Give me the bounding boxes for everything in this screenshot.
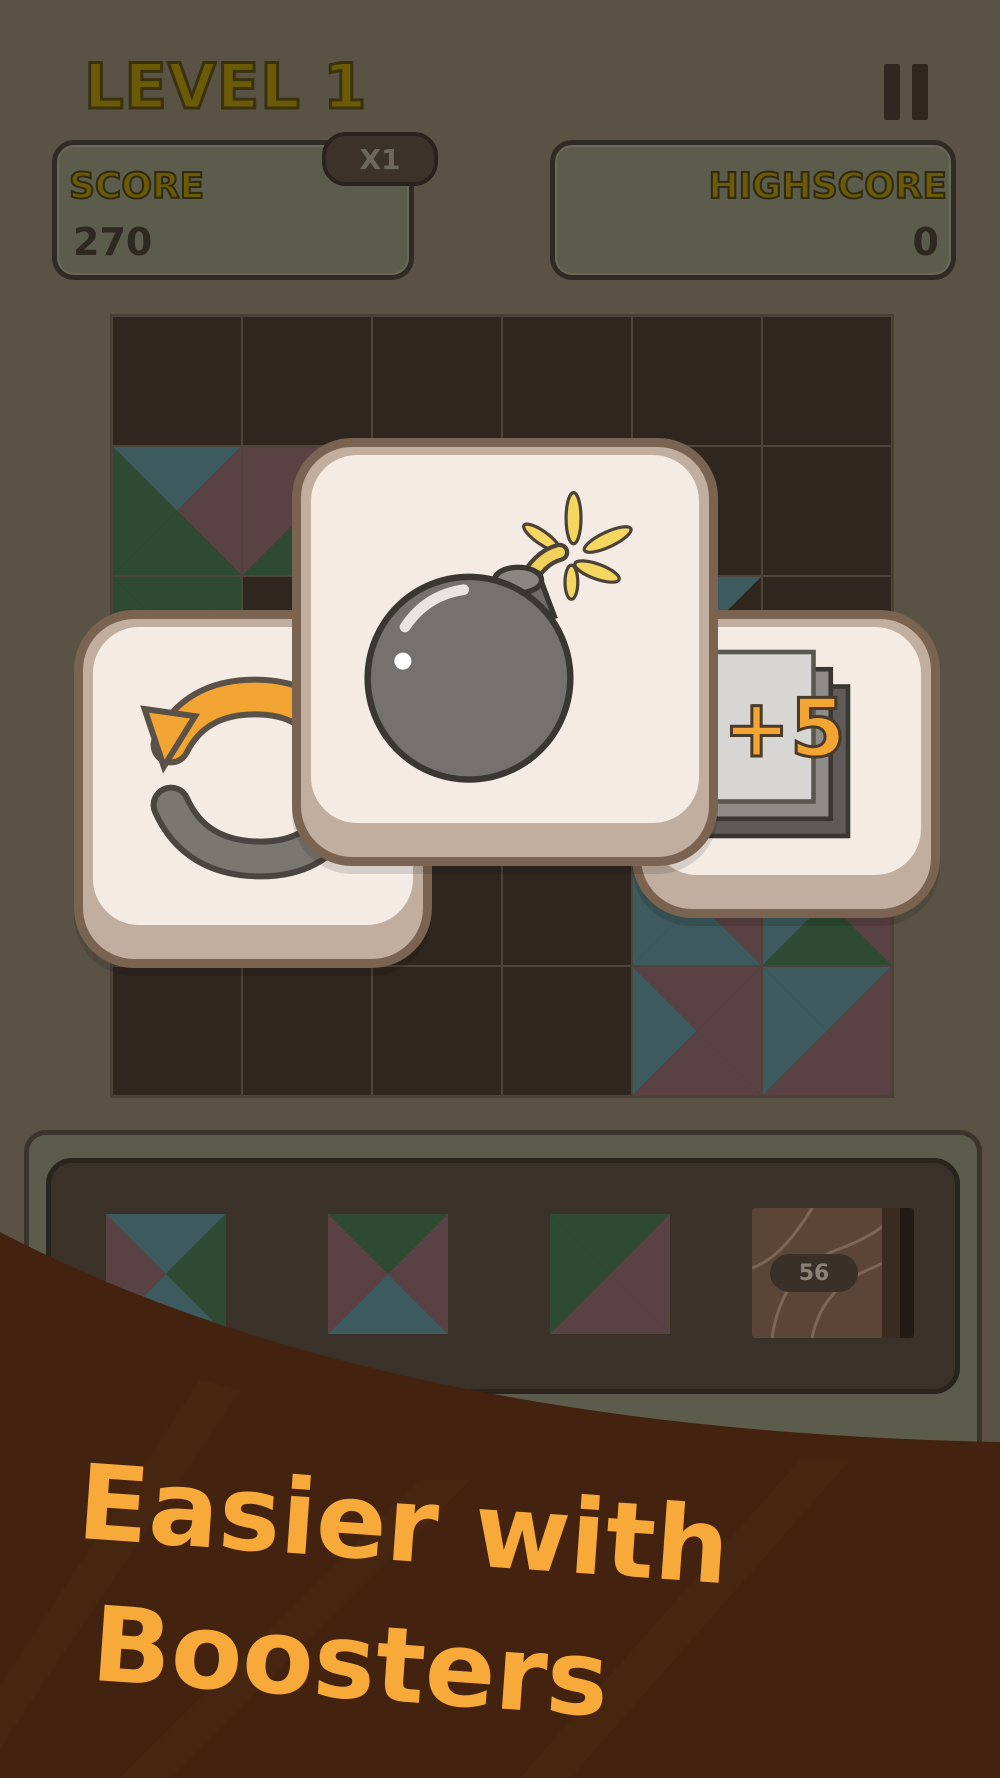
board-cell[interactable]: [762, 316, 892, 446]
level-title: LEVEL 1: [82, 50, 368, 123]
bomb-icon: [364, 491, 633, 783]
pause-icon-bar: [912, 64, 928, 120]
board-cell-filled[interactable]: [112, 446, 242, 576]
bomb-booster-button[interactable]: [292, 438, 718, 866]
board-cell[interactable]: [372, 966, 502, 1096]
score-multiplier-badge: X1: [322, 132, 438, 186]
board-cell[interactable]: [762, 446, 892, 576]
highscore-value: 0: [912, 220, 939, 264]
pause-icon: [884, 64, 900, 120]
board-cell[interactable]: [632, 316, 762, 446]
score-label: SCORE: [68, 166, 205, 207]
board-cell[interactable]: [502, 966, 632, 1096]
extra-pieces-label: +5: [722, 682, 848, 775]
board-cell[interactable]: [112, 966, 242, 1096]
score-value: 270: [73, 220, 153, 264]
board-cell[interactable]: [372, 316, 502, 446]
pause-button[interactable]: [880, 60, 936, 124]
board-cell[interactable]: [502, 316, 632, 446]
board-cell[interactable]: [242, 966, 372, 1096]
board-cell-filled[interactable]: [632, 966, 762, 1096]
highscore-label: HIGHSCORE: [708, 166, 948, 207]
board-cell[interactable]: [242, 316, 372, 446]
board-cell[interactable]: [112, 316, 242, 446]
highscore-panel: HIGHSCORE 0: [550, 140, 956, 280]
board-cell-filled[interactable]: [762, 966, 892, 1096]
